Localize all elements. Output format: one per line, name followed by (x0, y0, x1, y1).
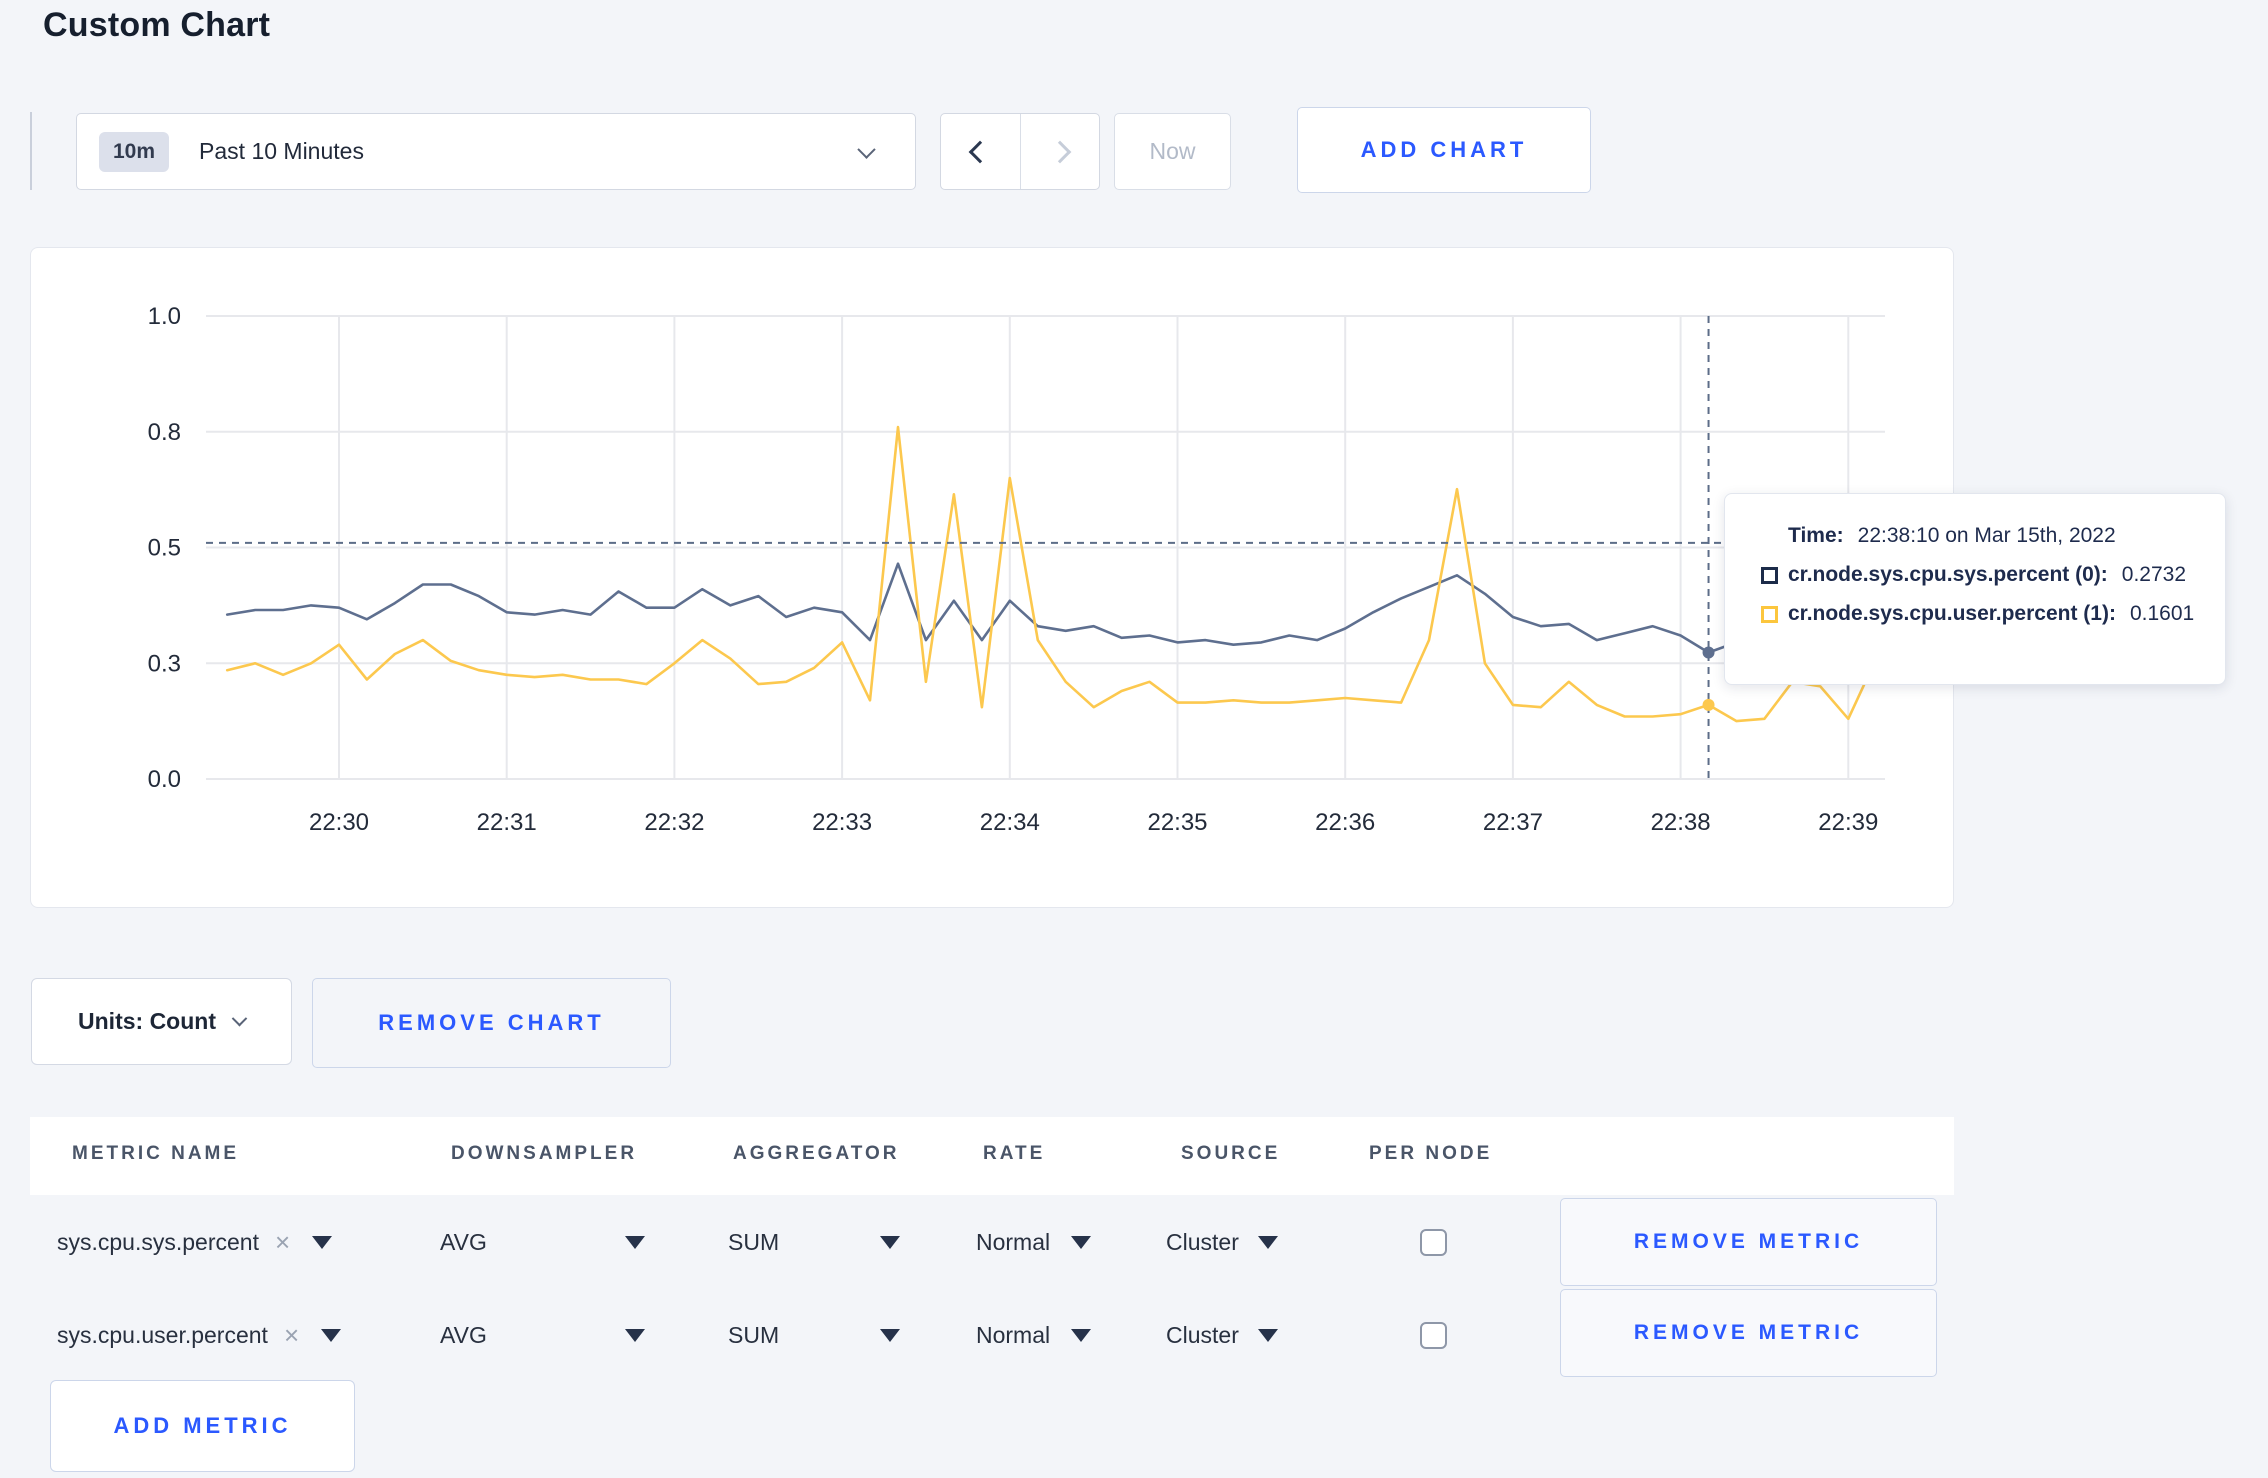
dropdown-caret-icon (1071, 1328, 1091, 1342)
tooltip-series-name: cr.node.sys.cpu.sys.percent (0): (1788, 563, 2108, 586)
dropdown-caret-icon (1258, 1235, 1278, 1249)
clear-metric-icon[interactable]: × (284, 1322, 299, 1348)
time-nav-group (940, 113, 1100, 190)
units-select[interactable]: Units: Count (31, 978, 292, 1065)
header-aggregator: AGGREGATOR (733, 1143, 900, 1164)
dropdown-caret-icon (880, 1235, 900, 1249)
rate-value: Normal (976, 1321, 1051, 1348)
svg-text:22:34: 22:34 (980, 809, 1040, 836)
downsampler-value: AVG (440, 1228, 487, 1255)
per-node-checkbox[interactable] (1420, 1229, 1447, 1256)
now-button[interactable]: Now (1114, 113, 1231, 190)
chart-tooltip: Time: 22:38:10 on Mar 15th, 2022 cr.node.… (1724, 493, 2226, 685)
chevron-right-icon (1048, 140, 1072, 163)
svg-text:0.5: 0.5 (148, 535, 181, 562)
next-time-button[interactable] (1019, 114, 1100, 189)
chevron-left-icon (968, 140, 992, 163)
clear-metric-icon[interactable]: × (275, 1229, 290, 1255)
metric-name-select[interactable]: sys.cpu.user.percent (57, 1322, 268, 1349)
rate-select[interactable]: Normal (976, 1222, 1091, 1262)
svg-text:22:30: 22:30 (309, 809, 369, 836)
chevron-down-icon (857, 140, 876, 159)
downsampler-value: AVG (440, 1321, 487, 1348)
dropdown-caret-icon (1071, 1235, 1091, 1249)
svg-text:0.3: 0.3 (148, 650, 181, 677)
tooltip-series-swatch-user (1761, 605, 1778, 623)
tooltip-time-row: Time: 22:38:10 on Mar 15th, 2022 (1788, 524, 2195, 548)
remove-chart-button[interactable]: REMOVE CHART (312, 978, 671, 1068)
svg-text:22:37: 22:37 (1483, 809, 1543, 836)
header-rate: RATE (983, 1143, 1046, 1164)
source-value: Cluster (1166, 1321, 1239, 1348)
tooltip-series-value: 0.2732 (2121, 563, 2187, 586)
time-window-badge: 10m (99, 131, 170, 172)
svg-text:0.0: 0.0 (148, 766, 181, 793)
svg-text:22:32: 22:32 (644, 809, 704, 836)
downsampler-select[interactable]: AVG (440, 1315, 645, 1355)
aggregator-select[interactable]: SUM (728, 1222, 900, 1262)
rate-select[interactable]: Normal (976, 1315, 1091, 1355)
svg-text:22:36: 22:36 (1315, 809, 1375, 836)
toolbar-divider (30, 112, 32, 190)
svg-text:22:33: 22:33 (812, 809, 872, 836)
custom-chart-page: Custom Chart 10m Past 10 Minutes Now ADD… (0, 0, 2268, 1478)
add-chart-button[interactable]: ADD CHART (1297, 107, 1591, 193)
svg-text:22:39: 22:39 (1818, 809, 1878, 836)
aggregator-select[interactable]: SUM (728, 1315, 900, 1355)
dropdown-caret-icon (625, 1328, 645, 1342)
tooltip-series-row: cr.node.sys.cpu.sys.percent (0): 0.2732 (1761, 563, 2195, 587)
time-range-select[interactable]: 10m Past 10 Minutes (76, 113, 916, 190)
chevron-down-icon (231, 1010, 248, 1027)
chart-card: 0.0 0.3 0.5 0.8 1.0 22:30 22:31 22:32 22:33 22:34… (30, 247, 1954, 908)
metric-name-select[interactable]: sys.cpu.sys.percent (57, 1229, 259, 1256)
remove-metric-button[interactable]: REMOVE METRIC (1560, 1198, 1937, 1286)
dropdown-caret-icon (880, 1328, 900, 1342)
metrics-chart[interactable]: 0.0 0.3 0.5 0.8 1.0 22:30 22:31 22:32 22:33 22:34… (31, 248, 1955, 907)
header-metric-name: METRIC NAME (72, 1143, 240, 1164)
source-select[interactable]: Cluster (1166, 1315, 1278, 1355)
aggregator-value: SUM (728, 1321, 780, 1348)
tooltip-series-name: cr.node.sys.cpu.user.percent (1): (1788, 602, 2116, 625)
svg-text:22:35: 22:35 (1147, 809, 1207, 836)
tooltip-series-row: cr.node.sys.cpu.user.percent (1): 0.1601 (1761, 602, 2195, 626)
rate-value: Normal (976, 1228, 1051, 1255)
source-value: Cluster (1166, 1228, 1239, 1255)
dropdown-caret-icon (321, 1328, 342, 1342)
remove-metric-button[interactable]: REMOVE METRIC (1560, 1289, 1937, 1377)
header-source: SOURCE (1181, 1143, 1281, 1164)
tooltip-series-value: 0.1601 (2129, 602, 2195, 625)
dropdown-caret-icon (1258, 1328, 1278, 1342)
svg-text:22:38: 22:38 (1651, 809, 1711, 836)
metrics-table-header: METRIC NAME DOWNSAMPLER AGGREGATOR RATE … (30, 1117, 1954, 1195)
time-range-label: Past 10 Minutes (199, 138, 364, 164)
aggregator-value: SUM (728, 1228, 780, 1255)
downsampler-select[interactable]: AVG (440, 1222, 645, 1262)
dropdown-caret-icon (625, 1235, 645, 1249)
page-title: Custom Chart (43, 6, 271, 44)
header-downsampler: DOWNSAMPLER (451, 1143, 638, 1164)
svg-text:1.0: 1.0 (148, 303, 181, 330)
tooltip-time-value: 22:38:10 on Mar 15th, 2022 (1857, 524, 2116, 547)
svg-text:22:31: 22:31 (477, 809, 537, 836)
header-per-node: PER NODE (1369, 1143, 1493, 1164)
per-node-checkbox[interactable] (1420, 1322, 1447, 1349)
units-label: Units: Count (78, 1008, 216, 1034)
prev-time-button[interactable] (941, 114, 1020, 189)
source-select[interactable]: Cluster (1166, 1222, 1278, 1262)
tooltip-series-swatch-sys (1761, 566, 1778, 584)
add-metric-button[interactable]: ADD METRIC (50, 1380, 355, 1472)
tooltip-time-label: Time: (1788, 524, 1844, 547)
svg-text:0.8: 0.8 (148, 419, 181, 446)
dropdown-caret-icon (312, 1235, 333, 1249)
